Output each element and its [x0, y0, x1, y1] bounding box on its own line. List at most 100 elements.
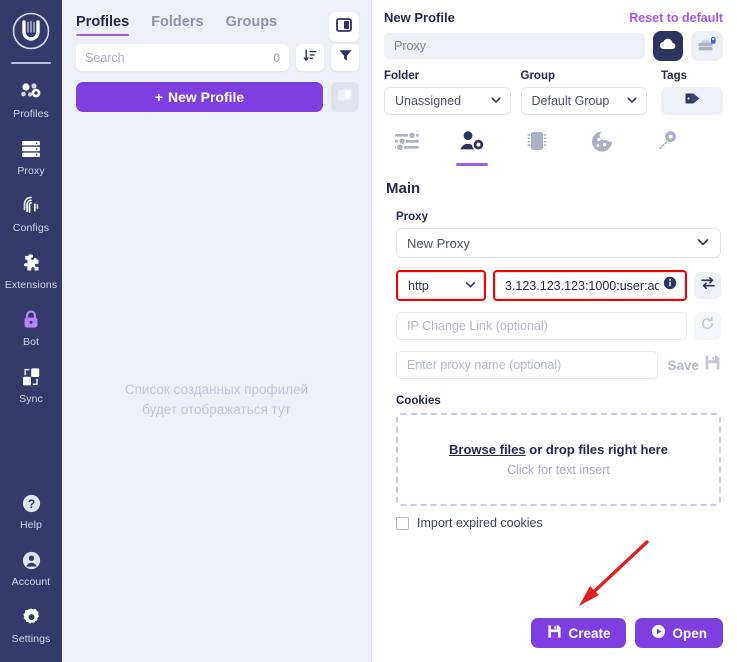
- profile-form-panel: New Profile Reset to default Proxy Folde…: [372, 0, 737, 662]
- sidebar-item-label: Profiles: [13, 108, 49, 120]
- tab-general-settings[interactable]: [388, 129, 426, 166]
- folder-select[interactable]: Unassigned: [384, 87, 511, 115]
- form-header: New Profile Reset to default: [384, 10, 723, 25]
- search-box[interactable]: 0: [76, 44, 289, 71]
- group-field: Group Default Group: [520, 70, 647, 115]
- proxy-type-select[interactable]: http: [398, 272, 484, 299]
- empty-profiles-line1: Список созданных профилей: [124, 382, 309, 397]
- sidebar-item-label: Account: [11, 576, 51, 588]
- ip-change-refresh-button[interactable]: [694, 312, 721, 340]
- proxy-address-field[interactable]: [495, 272, 685, 299]
- reset-to-default-link[interactable]: Reset to default: [629, 11, 723, 25]
- profile-section-tabs: [384, 129, 723, 166]
- proxy-address-highlight: [493, 270, 687, 301]
- import-expired-cookies-checkbox[interactable]: [396, 516, 409, 530]
- app-window: Profiles Proxy Configs Extensions Bot Sy…: [0, 0, 737, 662]
- form-footer-buttons: Create Open: [531, 618, 723, 648]
- swap-arrows-icon: [700, 275, 716, 296]
- profile-name-input[interactable]: [384, 33, 645, 59]
- tab-groups[interactable]: Groups: [226, 14, 278, 36]
- search-input[interactable]: [85, 50, 274, 65]
- sidebar-item-label: Extensions: [4, 279, 58, 291]
- browse-files-link[interactable]: Browse files: [449, 442, 526, 457]
- sidebar-item-label: Sync: [19, 393, 43, 405]
- proxy-select-value: New Proxy: [407, 235, 470, 251]
- annotation-arrow: [579, 540, 649, 606]
- profiles-icon: [19, 79, 43, 105]
- sidebar-item-label: Settings: [11, 633, 51, 645]
- info-icon[interactable]: [663, 276, 677, 295]
- tag-icon: [684, 91, 701, 111]
- group-select-value: Default Group: [531, 94, 610, 108]
- sync-icon: [19, 364, 43, 390]
- empty-profiles-message: Список созданных профилей будет отобража…: [62, 380, 371, 420]
- svg-text:?: ?: [27, 496, 34, 510]
- filter-button[interactable]: [331, 44, 359, 71]
- new-profile-button[interactable]: + New Profile: [76, 82, 323, 112]
- sidebar-item-sync[interactable]: Sync: [0, 355, 62, 412]
- folder-group-tags-row: Folder Unassigned Group Default Group Ta…: [384, 70, 723, 115]
- proxy-name-input[interactable]: [396, 351, 659, 379]
- play-circle-icon: [651, 624, 666, 642]
- panel-layout-toggle-button[interactable]: [329, 12, 359, 42]
- local-server-button[interactable]: [691, 31, 723, 61]
- create-button[interactable]: Create: [531, 618, 627, 648]
- import-expired-cookies-row[interactable]: Import expired cookies: [396, 516, 723, 530]
- proxy-address-input[interactable]: [505, 278, 659, 293]
- proxy-type-highlight: http: [396, 270, 486, 301]
- tab-passwords[interactable]: [648, 129, 686, 166]
- sidebar-item-label: Bot: [22, 336, 40, 348]
- import-expired-cookies-label: Import expired cookies: [417, 516, 543, 530]
- collapse-panel-button[interactable]: [331, 82, 359, 112]
- swap-proxy-format-button[interactable]: [694, 272, 721, 299]
- left-sidebar: Profiles Proxy Configs Extensions Bot Sy…: [0, 0, 62, 662]
- page-title: New Profile: [384, 10, 455, 25]
- profile-name-row: [384, 31, 723, 61]
- sidebar-bottom-group: ? Help Account Settings: [0, 481, 62, 662]
- proxy-name-row: Save: [396, 351, 721, 379]
- proxy-icon: [19, 136, 43, 162]
- cloud-storage-icon: [659, 37, 677, 56]
- sidebar-item-proxy[interactable]: Proxy: [0, 127, 62, 184]
- search-row: 0: [62, 36, 371, 71]
- empty-profiles-line2: будет отображаться тут: [142, 402, 291, 417]
- sidebar-item-label: Help: [20, 519, 42, 531]
- cookies-dropzone[interactable]: Browse files or drop files right here Cl…: [396, 413, 721, 506]
- tab-cookies[interactable]: [583, 129, 621, 166]
- tab-main-profile[interactable]: [453, 129, 491, 166]
- sidebar-item-help[interactable]: ? Help: [0, 481, 62, 538]
- profiles-tabs: Profiles Folders Groups: [62, 0, 371, 36]
- proxy-connection-row: http: [396, 270, 721, 301]
- sort-button[interactable]: [296, 44, 324, 71]
- cookies-text-insert-hint[interactable]: Click for text insert: [507, 463, 610, 477]
- open-button[interactable]: Open: [635, 618, 723, 648]
- sidebar-item-account[interactable]: Account: [0, 538, 62, 595]
- proxy-select[interactable]: New Proxy: [396, 228, 721, 258]
- tab-hardware[interactable]: [518, 129, 556, 166]
- sidebar-divider: [11, 62, 51, 64]
- new-profile-row: + New Profile: [62, 71, 371, 112]
- floppy-save-icon: [704, 354, 721, 376]
- save-proxy-button[interactable]: Save: [665, 354, 721, 376]
- extensions-icon: [19, 250, 43, 276]
- group-select[interactable]: Default Group: [520, 87, 647, 115]
- app-logo: [8, 8, 54, 54]
- user-gear-icon: [457, 129, 487, 158]
- ip-change-link-input[interactable]: [396, 312, 687, 340]
- chevron-down-icon: [696, 235, 710, 252]
- group-label: Group: [520, 70, 556, 82]
- sidebar-item-label: Configs: [12, 222, 50, 234]
- tab-profiles[interactable]: Profiles: [76, 14, 130, 36]
- sidebar-item-extensions[interactable]: Extensions: [0, 241, 62, 298]
- sidebar-item-configs[interactable]: Configs: [0, 184, 62, 241]
- sidebar-item-profiles[interactable]: Profiles: [0, 70, 62, 127]
- cloud-storage-button[interactable]: [653, 31, 683, 61]
- cookie-icon: [589, 129, 615, 158]
- profiles-panel: Profiles Folders Groups 0: [62, 0, 372, 662]
- panel-layout-icon: [336, 17, 352, 38]
- sidebar-item-settings[interactable]: Settings: [0, 595, 62, 652]
- tags-button[interactable]: [661, 87, 723, 115]
- tab-folders[interactable]: Folders: [151, 14, 203, 36]
- sidebar-item-bot[interactable]: Bot: [0, 298, 62, 355]
- tags-field: Tags: [661, 70, 723, 115]
